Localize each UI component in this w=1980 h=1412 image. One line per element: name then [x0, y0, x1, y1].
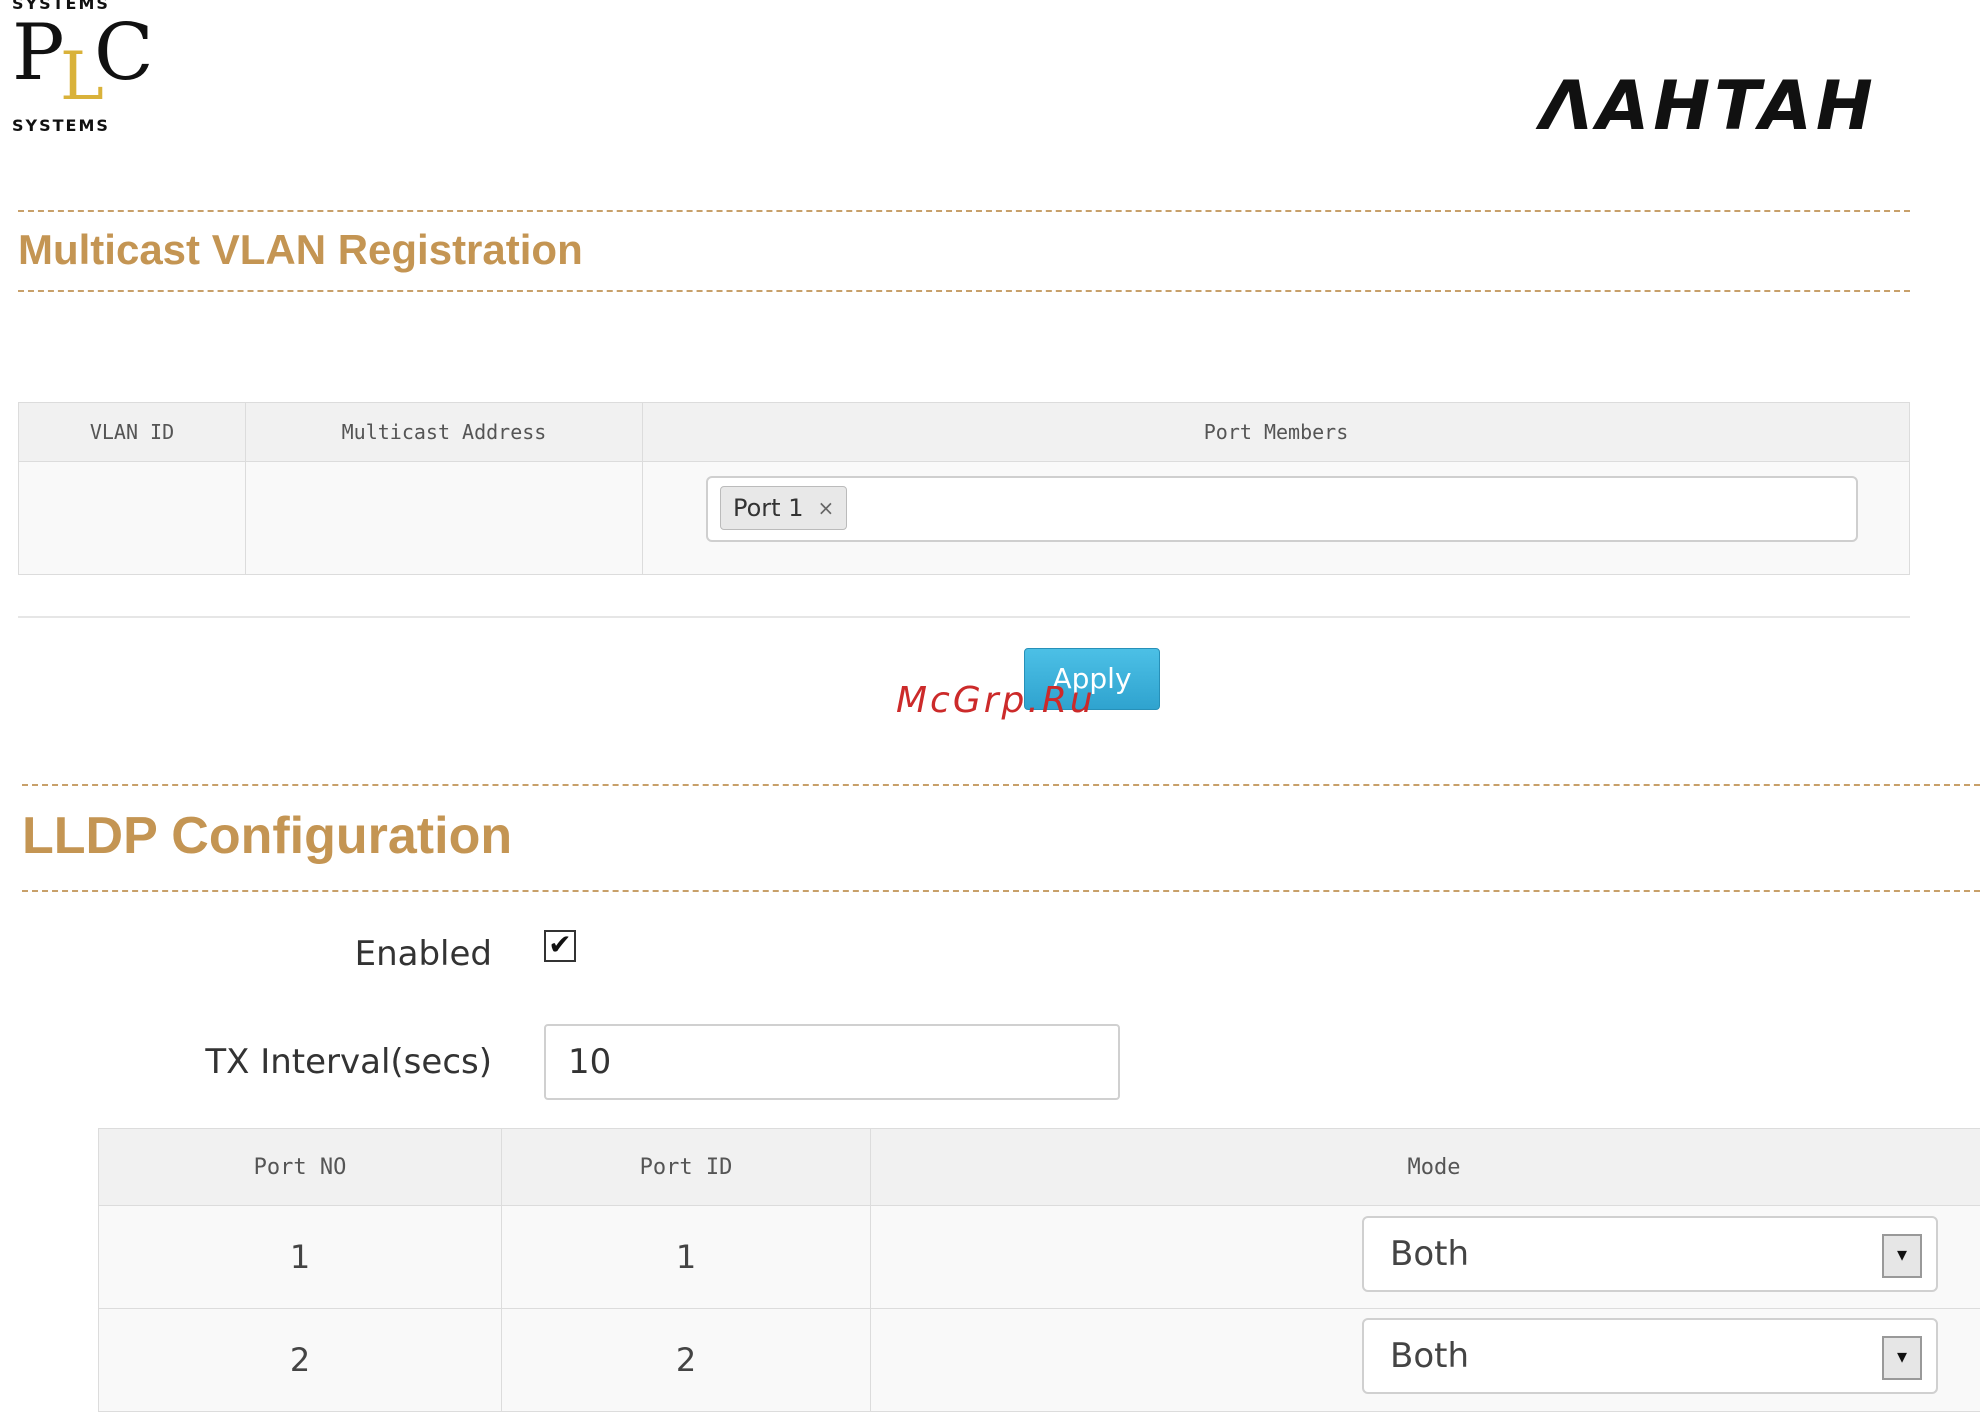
port-no-cell: 2 [99, 1309, 502, 1412]
port-chip-label: Port 1 [733, 487, 803, 529]
section-divider [18, 210, 1910, 212]
mode-select-port-2[interactable]: Both ▾ [1362, 1318, 1938, 1394]
section-divider [18, 290, 1910, 292]
plc-logo-letter-p: P [12, 14, 64, 92]
mode-select-value: Both [1390, 1234, 1469, 1274]
lldp-section-title: LLDP Configuration [22, 806, 512, 866]
column-header-port-members: Port Members [643, 403, 1910, 462]
plc-logo-letter-c: C [94, 14, 154, 92]
column-header-multicast-address: Multicast Address [246, 403, 643, 462]
plc-systems-logo: SYSTEMS P L C SYSTEMS [8, 0, 148, 136]
port-no-cell: 1 [99, 1206, 502, 1309]
column-header-port-id: Port ID [502, 1129, 871, 1206]
mvr-section-title: Multicast VLAN Registration [18, 226, 583, 274]
column-header-mode: Mode [871, 1129, 1980, 1206]
dropdown-arrow-icon[interactable]: ▾ [1882, 1336, 1922, 1380]
column-header-vlan-id: VLAN ID [19, 403, 246, 462]
enabled-label: Enabled [92, 934, 492, 974]
multicast-address-cell[interactable] [246, 462, 643, 575]
dropdown-arrow-icon[interactable]: ▾ [1882, 1234, 1922, 1278]
horizontal-rule [18, 616, 1910, 618]
port-id-cell: 1 [502, 1206, 871, 1309]
remove-chip-icon[interactable]: × [817, 487, 834, 529]
lantan-brand-logo: ΛAHTAH [1540, 72, 1877, 142]
tx-interval-input[interactable]: 10 [544, 1024, 1120, 1100]
mode-select-value: Both [1390, 1336, 1469, 1376]
port-chip: Port 1 × [720, 486, 847, 530]
section-divider [22, 890, 1980, 892]
enabled-checkbox[interactable]: ✔ [544, 930, 576, 962]
vlan-id-cell[interactable] [19, 462, 246, 575]
port-id-cell: 2 [502, 1309, 871, 1412]
port-members-multiselect[interactable]: Port 1 × [706, 476, 1858, 542]
mode-select-port-1[interactable]: Both ▾ [1362, 1216, 1938, 1292]
column-header-port-no: Port NO [99, 1129, 502, 1206]
section-divider [22, 784, 1980, 786]
watermark-text: McGrp.Ru [896, 680, 1096, 721]
plc-logo-bottom-text: SYSTEMS [12, 116, 110, 135]
tx-interval-label: TX Interval(secs) [92, 1042, 492, 1082]
